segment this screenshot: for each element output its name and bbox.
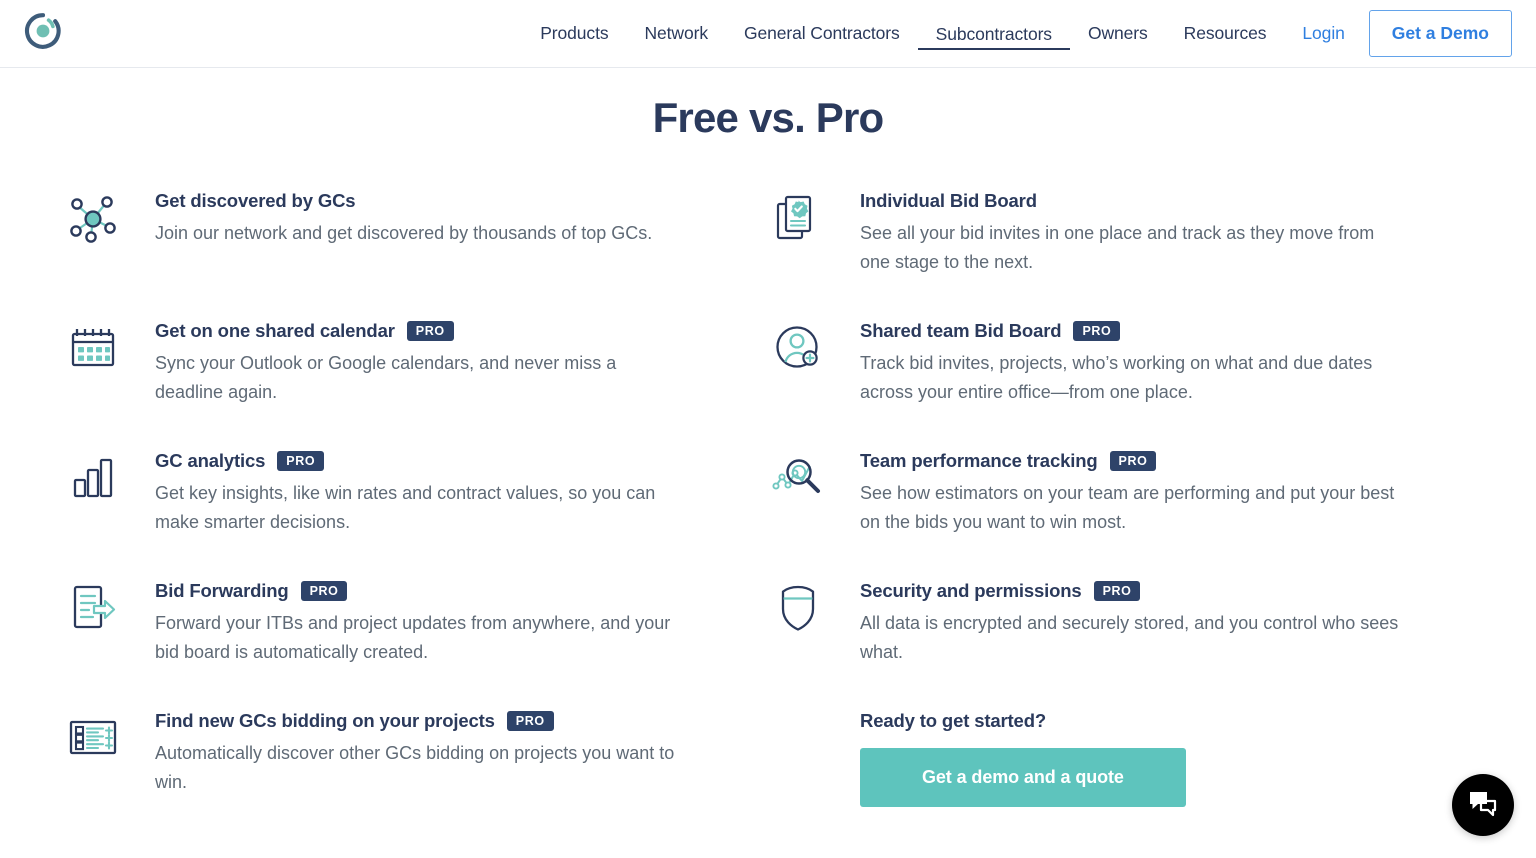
cta-block: Ready to get started? Get a demo and a q… bbox=[767, 710, 1496, 807]
calendar-icon bbox=[62, 320, 124, 376]
feature-body: Team performance tracking PRO See how es… bbox=[829, 450, 1400, 537]
feature-body: Find new GCs bidding on your projects PR… bbox=[124, 710, 685, 797]
feature-description: See all your bid invites in one place an… bbox=[860, 223, 1375, 273]
pro-badge: PRO bbox=[1073, 320, 1121, 342]
nav-item-network[interactable]: Network bbox=[627, 17, 726, 50]
feature-item: Team performance tracking PRO See how es… bbox=[767, 450, 1496, 545]
get-a-demo-button[interactable]: Get a Demo bbox=[1368, 10, 1512, 57]
feature-description: Sync your Outlook or Google calendars, a… bbox=[155, 353, 617, 403]
feature-description: Track bid invites, projects, who’s worki… bbox=[860, 353, 1373, 403]
shield-icon bbox=[767, 580, 829, 636]
nav-item-login[interactable]: Login bbox=[1284, 17, 1358, 50]
pro-badge: PRO bbox=[1109, 450, 1157, 472]
feature-item: Find new GCs bidding on your projects PR… bbox=[62, 710, 767, 805]
feature-item: Security and permissions PRO All data is… bbox=[767, 580, 1496, 675]
feature-item: GC analytics PRO Get key insights, like … bbox=[62, 450, 767, 545]
feature-body: GC analytics PRO Get key insights, like … bbox=[124, 450, 685, 537]
verified-documents-icon bbox=[767, 190, 829, 246]
feature-description: Forward your ITBs and project updates fr… bbox=[155, 613, 671, 663]
feature-title-row: Team performance tracking PRO bbox=[860, 450, 1400, 472]
feature-body: Shared team Bid Board PRO Track bid invi… bbox=[829, 320, 1400, 407]
feature-title: Find new GCs bidding on your projects bbox=[155, 710, 495, 731]
document-forward-arrow-icon bbox=[62, 580, 124, 636]
feature-title-row: Get discovered by GCs bbox=[155, 190, 652, 212]
get-a-demo-and-quote-button[interactable]: Get a demo and a quote bbox=[860, 748, 1186, 807]
feature-title-row: Individual Bid Board bbox=[860, 190, 1400, 212]
chat-widget-button[interactable] bbox=[1452, 774, 1514, 836]
feature-description: Get key insights, like win rates and con… bbox=[155, 483, 656, 533]
feature-item: Individual Bid Board See all your bid in… bbox=[767, 190, 1496, 285]
pro-badge: PRO bbox=[277, 450, 325, 472]
pro-badge: PRO bbox=[300, 580, 348, 602]
feature-body: Individual Bid Board See all your bid in… bbox=[829, 190, 1400, 277]
feature-title-row: Shared team Bid Board PRO bbox=[860, 320, 1400, 342]
feature-description: Automatically discover other GCs bidding… bbox=[155, 743, 675, 793]
nav-item-products[interactable]: Products bbox=[522, 17, 626, 50]
feature-title: Individual Bid Board bbox=[860, 190, 1037, 211]
magnifier-chart-icon bbox=[767, 450, 829, 506]
network-nodes-icon bbox=[62, 190, 124, 246]
main-navigation: Products Network General Contractors Sub… bbox=[522, 10, 1536, 57]
feature-title: GC analytics bbox=[155, 450, 266, 471]
feature-title-row: GC analytics PRO bbox=[155, 450, 685, 472]
feature-title: Team performance tracking bbox=[860, 450, 1098, 471]
nav-item-general-contractors[interactable]: General Contractors bbox=[726, 17, 918, 50]
feature-description: Join our network and get discovered by t… bbox=[155, 223, 653, 243]
feature-description: See how estimators on your team are perf… bbox=[860, 483, 1395, 533]
chat-bubbles-icon bbox=[1468, 789, 1498, 822]
feature-column-right: Individual Bid Board See all your bid in… bbox=[767, 190, 1496, 840]
feature-item: Get on one shared calendar PRO Sync your… bbox=[62, 320, 767, 415]
feature-title-row: Bid Forwarding PRO bbox=[155, 580, 685, 602]
site-header: Products Network General Contractors Sub… bbox=[0, 0, 1536, 68]
feature-body: Get on one shared calendar PRO Sync your… bbox=[124, 320, 685, 407]
nav-item-subcontractors[interactable]: Subcontractors bbox=[917, 18, 1070, 50]
feature-item: Get discovered by GCs Join our network a… bbox=[62, 190, 767, 285]
feature-title: Security and permissions bbox=[860, 580, 1082, 601]
bar-chart-icon bbox=[62, 450, 124, 506]
feature-title-row: Find new GCs bidding on your projects PR… bbox=[155, 710, 685, 732]
feature-title: Shared team Bid Board bbox=[860, 320, 1062, 341]
feature-body: Security and permissions PRO All data is… bbox=[829, 580, 1400, 667]
add-user-icon bbox=[767, 320, 829, 376]
feature-title-row: Security and permissions PRO bbox=[860, 580, 1400, 602]
feature-title-row: Get on one shared calendar PRO bbox=[155, 320, 685, 342]
pro-badge: PRO bbox=[406, 320, 454, 342]
feature-column-left: Get discovered by GCs Join our network a… bbox=[62, 190, 767, 840]
feature-grid: Get discovered by GCs Join our network a… bbox=[0, 190, 1536, 840]
pro-badge: PRO bbox=[1093, 580, 1141, 602]
page-title: Free vs. Pro bbox=[652, 94, 885, 141]
nav-item-owners[interactable]: Owners bbox=[1070, 17, 1166, 50]
checklist-plus-icon bbox=[62, 710, 124, 766]
feature-body: Get discovered by GCs Join our network a… bbox=[124, 190, 652, 248]
nav-item-resources[interactable]: Resources bbox=[1166, 17, 1285, 50]
logo[interactable] bbox=[22, 12, 64, 54]
feature-item: Shared team Bid Board PRO Track bid invi… bbox=[767, 320, 1496, 415]
feature-title: Get discovered by GCs bbox=[155, 190, 356, 211]
circular-c-logo-icon bbox=[24, 12, 62, 55]
feature-item: Bid Forwarding PRO Forward your ITBs and… bbox=[62, 580, 767, 675]
feature-body: Bid Forwarding PRO Forward your ITBs and… bbox=[124, 580, 685, 667]
feature-title: Get on one shared calendar bbox=[155, 320, 395, 341]
feature-title: Bid Forwarding bbox=[155, 580, 289, 601]
pro-badge: PRO bbox=[506, 710, 554, 732]
cta-title: Ready to get started? bbox=[860, 710, 1046, 731]
feature-description: All data is encrypted and securely store… bbox=[860, 613, 1399, 663]
